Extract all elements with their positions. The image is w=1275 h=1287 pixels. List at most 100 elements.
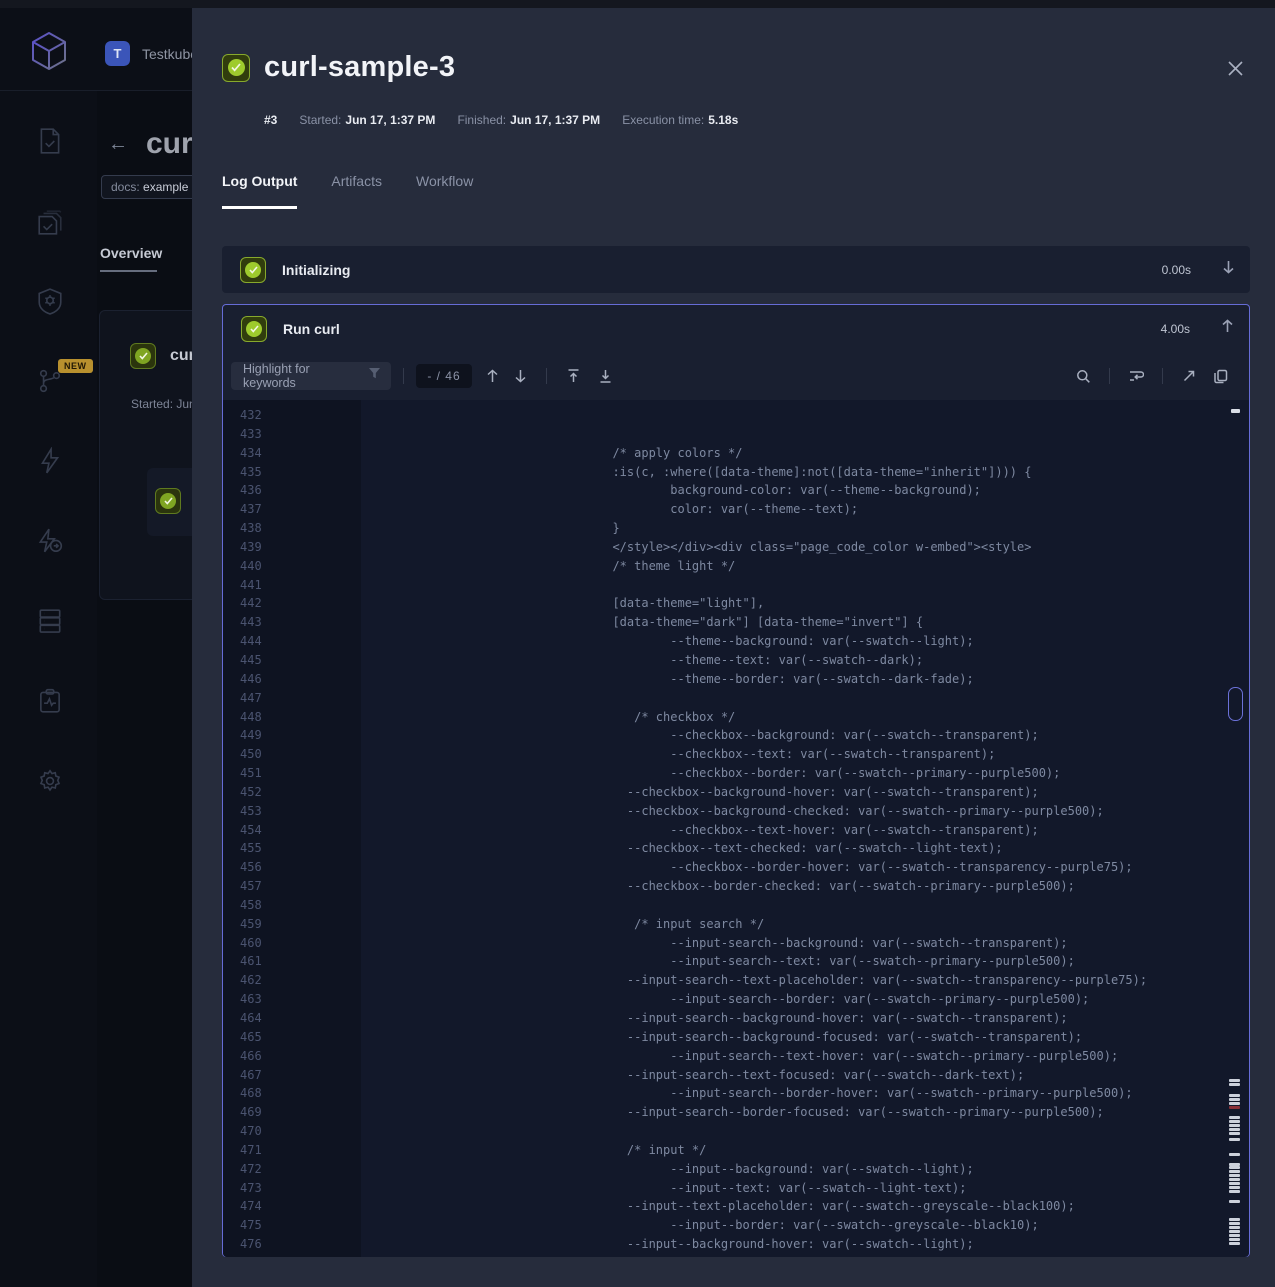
minimap-dash: [1229, 1234, 1240, 1237]
section-duration: 0.00s: [1162, 263, 1191, 277]
minimap-dash: [1229, 1102, 1240, 1105]
log-line: 434 /* apply colors */: [223, 444, 1249, 463]
log-line: 459 /* input search */: [223, 915, 1249, 934]
sidebar-item-webhooks[interactable]: [36, 289, 64, 317]
log-line: 465 --input-search--background-focused: …: [223, 1028, 1249, 1047]
minimap-dash: [1229, 1222, 1240, 1225]
log-line: 470: [223, 1122, 1249, 1141]
sidebar-item-settings[interactable]: [36, 769, 64, 797]
sidebar-item-executors[interactable]: [36, 529, 64, 557]
minimap-dash: [1229, 1200, 1240, 1203]
minimap-dash: [1229, 1124, 1240, 1127]
status-passed-icon: [155, 488, 181, 514]
prev-match-icon[interactable]: [478, 362, 506, 390]
workspace-avatar: T: [105, 41, 130, 66]
sidebar-item-test-workflows[interactable]: [36, 369, 64, 397]
log-viewer[interactable]: 432433434 /* apply colors */435 :is(c, :…: [223, 400, 1249, 1257]
expand-fullscreen-icon[interactable]: [1175, 362, 1203, 390]
log-line: 476 --input--background-hover: var(--swa…: [223, 1235, 1249, 1254]
tab-underline: [100, 270, 157, 272]
new-badge: NEW: [58, 359, 93, 373]
log-line: 473 --input--text: var(--swatch--light-t…: [223, 1179, 1249, 1198]
status-passed-icon: [240, 257, 266, 283]
log-line: 463 --input-search--border: var(--swatch…: [223, 990, 1249, 1009]
log-line: 436 background-color: var(--theme--backg…: [223, 481, 1249, 500]
sidebar: [0, 91, 97, 1287]
log-line: 456 --checkbox--border-hover: var(--swat…: [223, 858, 1249, 877]
gear-icon: [37, 767, 63, 800]
files-check-icon: [36, 208, 64, 241]
scroll-to-bottom-icon[interactable]: [591, 362, 619, 390]
section-label: Run curl: [283, 321, 1145, 337]
minimap-dash: [1229, 1083, 1240, 1086]
server-icon: [37, 607, 63, 640]
log-line: 466 --input-search--text-hover: var(--sw…: [223, 1047, 1249, 1066]
tab-log-output[interactable]: Log Output: [222, 173, 297, 202]
next-match-icon[interactable]: [506, 362, 534, 390]
execution-time: Execution time:5.18s: [622, 113, 738, 127]
tab-artifacts[interactable]: Artifacts: [331, 173, 382, 202]
scrollbar-thumb[interactable]: [1228, 687, 1243, 721]
log-line: 461 --input-search--text: var(--swatch--…: [223, 952, 1249, 971]
execution-meta: #3 Started:Jun 17, 1:37 PM Finished:Jun …: [264, 113, 738, 127]
sidebar-item-tests[interactable]: [36, 129, 64, 157]
sidebar-item-status-pages[interactable]: [36, 689, 64, 717]
back-arrow-icon[interactable]: ←: [108, 133, 128, 156]
minimap-dash: [1229, 1186, 1240, 1189]
minimap-dash: [1229, 1116, 1240, 1119]
match-counter: - / 46: [416, 364, 472, 388]
section-initializing: Initializing 0.00s: [222, 246, 1250, 293]
minimap-dash: [1229, 1230, 1240, 1233]
log-line: 449 --checkbox--background: var(--swatch…: [223, 726, 1249, 745]
workspace-selector[interactable]: T Testkube: [105, 41, 198, 66]
log-line: 448 /* checkbox */: [223, 708, 1249, 727]
log-line: 468 --input-search--border-hover: var(--…: [223, 1084, 1249, 1103]
section-initializing-header[interactable]: Initializing 0.00s: [222, 246, 1250, 293]
minimap-dash: [1229, 1238, 1240, 1241]
log-line: 433: [223, 425, 1249, 444]
minimap-view-dash: [1231, 409, 1240, 413]
log-line: 460 --input-search--background: var(--sw…: [223, 934, 1249, 953]
log-line: 452 --checkbox--background-hover: var(--…: [223, 783, 1249, 802]
keyword-placeholder: Highlight for keywords: [243, 362, 360, 390]
log-line: 440 /* theme light */: [223, 557, 1249, 576]
section-run-curl-header[interactable]: Run curl 4.00s: [223, 305, 1249, 352]
log-line: 458: [223, 896, 1249, 915]
word-wrap-icon[interactable]: [1122, 362, 1150, 390]
started-at: Started:Jun 17, 1:37 PM: [299, 113, 435, 127]
keyword-highlight-input[interactable]: Highlight for keywords: [231, 362, 391, 390]
sidebar-item-triggers[interactable]: [36, 449, 64, 477]
section-duration: 4.00s: [1161, 322, 1190, 336]
minimap-dash: [1229, 1079, 1240, 1082]
chevron-up-icon[interactable]: [1220, 318, 1235, 339]
minimap-dash: [1229, 1218, 1240, 1221]
minimap-dash: [1229, 1190, 1240, 1193]
sidebar-item-test-suites[interactable]: [36, 210, 64, 238]
log-line: 471 /* input */: [223, 1141, 1249, 1160]
log-line: 446 --theme--border: var(--swatch--dark-…: [223, 670, 1249, 689]
testkube-logo[interactable]: [30, 30, 68, 81]
log-line: 469 --input-search--border-focused: var(…: [223, 1103, 1249, 1122]
scroll-to-top-icon[interactable]: [559, 362, 587, 390]
sidebar-item-sources[interactable]: [36, 609, 64, 637]
minimap-dash: [1229, 1226, 1240, 1229]
log-line: 450 --checkbox--text: var(--swatch--tran…: [223, 745, 1249, 764]
status-passed-icon: [222, 54, 250, 82]
log-line: 453 --checkbox--background-checked: var(…: [223, 802, 1249, 821]
copy-icon[interactable]: [1207, 362, 1235, 390]
log-line: 462 --input-search--text-placeholder: va…: [223, 971, 1249, 990]
search-icon[interactable]: [1069, 362, 1097, 390]
minimap-dash: [1229, 1182, 1240, 1185]
drawer-tabs: Log Output Artifacts Workflow: [222, 173, 473, 202]
chevron-down-icon[interactable]: [1221, 259, 1236, 280]
log-line: 445 --theme--text: var(--swatch--dark);: [223, 651, 1249, 670]
tab-overview[interactable]: Overview: [100, 245, 162, 261]
file-check-icon: [37, 127, 63, 160]
label-badge: docs: example: [101, 175, 198, 199]
minimap-dash: [1229, 1098, 1240, 1101]
close-icon[interactable]: [1223, 56, 1247, 80]
tab-workflow[interactable]: Workflow: [416, 173, 473, 202]
minimap-dash: [1229, 1178, 1240, 1181]
log-line: 474 --input--text-placeholder: var(--swa…: [223, 1197, 1249, 1216]
log-line: 467 --input-search--text-focused: var(--…: [223, 1066, 1249, 1085]
